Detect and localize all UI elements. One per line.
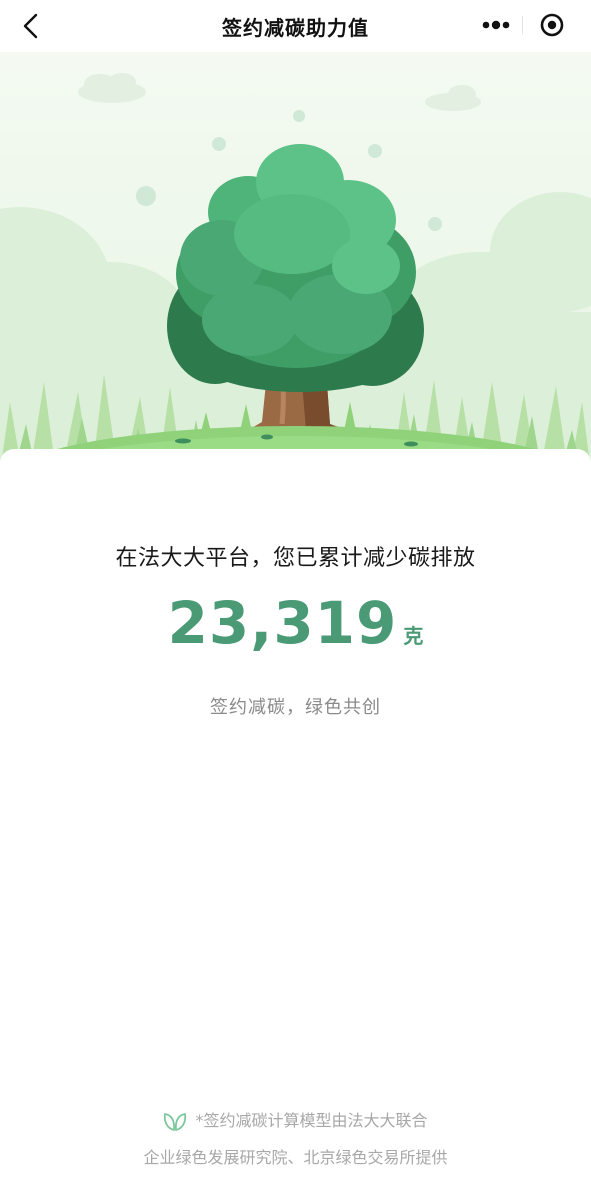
more-button[interactable] bbox=[476, 10, 516, 40]
footnote: *签约减碳计算模型由法大大联合 企业绿色发展研究院、北京绿色交易所提供 bbox=[0, 1105, 591, 1173]
leaf-icon bbox=[163, 1110, 187, 1132]
footnote-text-1: *签约减碳计算模型由法大大联合 bbox=[195, 1111, 428, 1130]
carbon-metric: 23,319 克 bbox=[0, 589, 591, 657]
footnote-line-1: *签约减碳计算模型由法大大联合 bbox=[163, 1105, 428, 1136]
carbon-reduction-value: 23,319 bbox=[167, 589, 398, 657]
page: 签约减碳助力值 在法大大平台，您已累计减少碳排放 23,319 克 签约减碳，绿… bbox=[0, 0, 591, 1185]
carbon-card: 在法大大平台，您已累计减少碳排放 23,319 克 签约减碳，绿色共创 *签约减碳… bbox=[0, 449, 591, 1185]
headline-text: 在法大大平台，您已累计减少碳排放 bbox=[115, 546, 476, 571]
target-close-icon bbox=[540, 13, 564, 37]
tree-scene-art bbox=[0, 52, 591, 544]
mini-program-capsule bbox=[466, 6, 578, 44]
close-mini-program-button[interactable] bbox=[532, 10, 572, 40]
carbon-reduction-unit: 克 bbox=[403, 624, 424, 648]
more-dots-icon bbox=[482, 20, 510, 30]
slogan-text: 签约减碳，绿色共创 bbox=[210, 697, 381, 718]
footnote-text-2: 企业绿色发展研究院、北京绿色交易所提供 bbox=[143, 1147, 448, 1167]
tree-illustration bbox=[0, 52, 591, 544]
navigation-bar: 签约减碳助力值 bbox=[0, 0, 591, 52]
capsule-divider bbox=[522, 16, 523, 34]
